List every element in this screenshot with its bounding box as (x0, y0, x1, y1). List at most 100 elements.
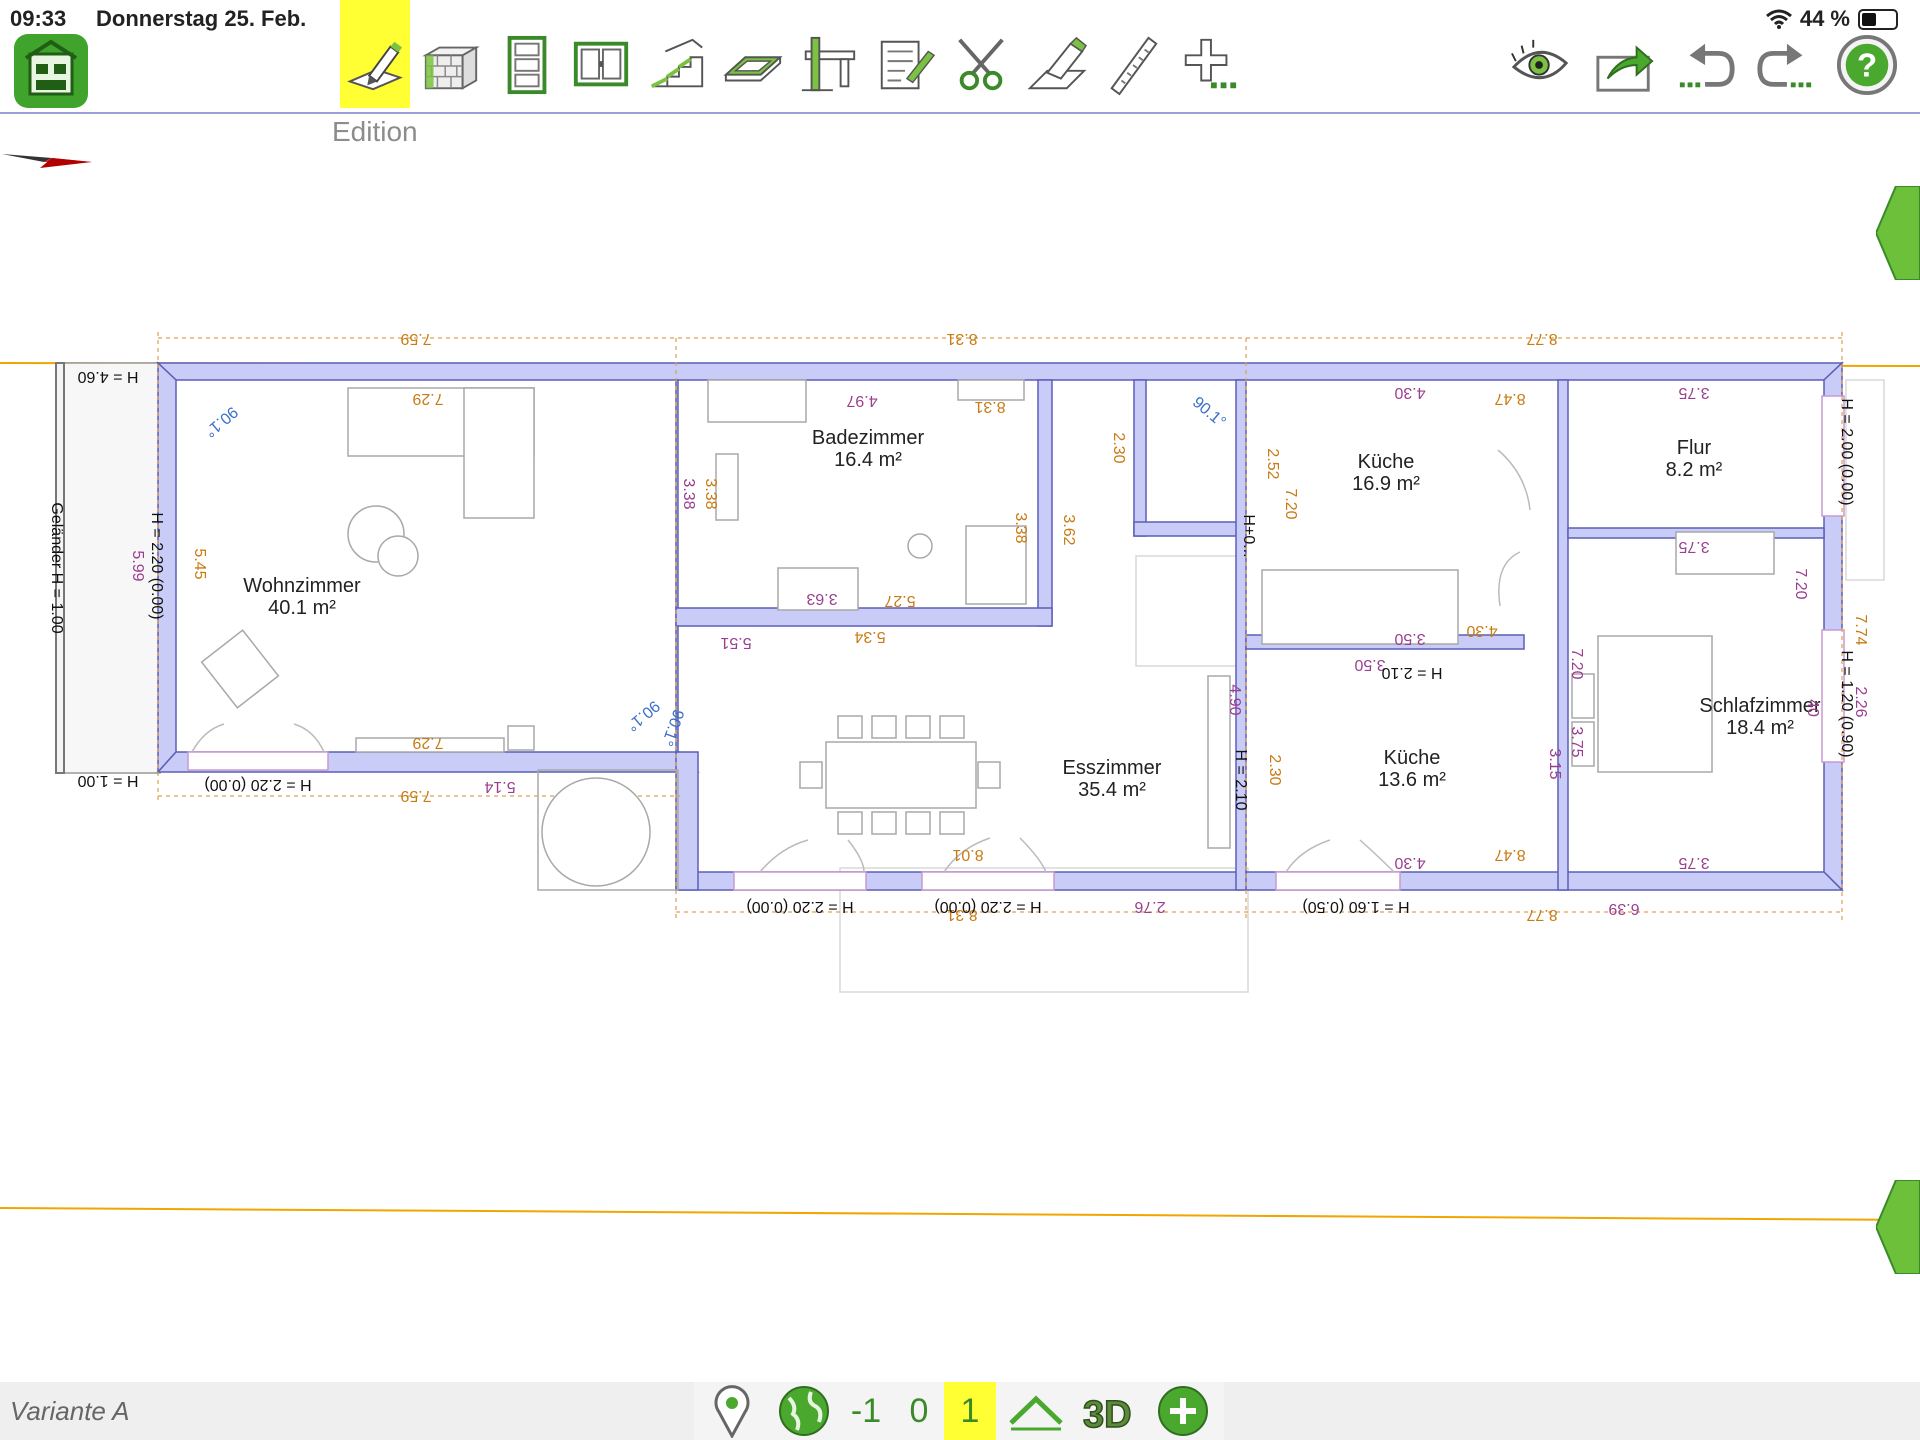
add-more-icon (1184, 38, 1237, 89)
railing-label: Geländer H = 1.00 (48, 502, 65, 633)
dim-k-430a: 4.30 (1394, 384, 1425, 401)
window-tool-button[interactable] (566, 26, 636, 104)
dim-bad-338a: 3.38 (680, 478, 697, 509)
door-icon (507, 35, 547, 95)
angle-ess-1: 90.1° (623, 697, 663, 734)
dim-s-774: 7.74 (1852, 614, 1869, 645)
dim-bad-362: 3.62 (1060, 514, 1077, 545)
door-tool-button[interactable] (492, 26, 562, 104)
share-button[interactable] (1590, 26, 1660, 104)
openings[interactable] (187, 395, 1845, 891)
erase-tool-button[interactable] (1022, 26, 1092, 104)
dim-bottom-4: 6.39 (1608, 900, 1639, 917)
wall-tool-button[interactable] (416, 26, 486, 104)
room-name-kueche-1: Küche (1358, 451, 1415, 473)
stairs-tool-button[interactable] (642, 26, 712, 104)
cut-icon (958, 38, 1004, 91)
level-0[interactable]: 0 (894, 1382, 944, 1440)
slab-icon (723, 56, 783, 82)
note-tool-button[interactable] (870, 26, 940, 104)
dim-k-230: 2.30 (1266, 754, 1283, 785)
height-220-a: H = 2.20 (0.00) (746, 898, 853, 915)
dim-k-315: 3.15 (1546, 748, 1563, 779)
measure-icon (1110, 36, 1158, 96)
dim-bottom-5: 2.76 (1134, 898, 1165, 915)
dim-k-350a: 3.50 (1394, 630, 1425, 647)
height-short: H+0... (1240, 514, 1257, 557)
roof-icon (1009, 1395, 1063, 1431)
room-area-badezimmer: 16.4 m² (834, 449, 902, 471)
stairs-icon (650, 38, 704, 89)
angle-k: 90.1° (1189, 394, 1229, 431)
dim-wz-545: 5.45 (191, 548, 208, 579)
dim-bad-363: 3.63 (806, 590, 837, 607)
beam-tool-button[interactable] (794, 26, 864, 104)
dim-wz-top: 7.29 (412, 390, 443, 407)
height-220-b: H = 2.20 (0.00) (934, 898, 1041, 915)
3d-view-icon: 3D (1082, 1393, 1132, 1435)
angle-ess-2: 90.1° (658, 707, 687, 748)
dim-bottom-3: 8.77 (1526, 906, 1557, 923)
room-name-wohnzimmer: Wohnzimmer (243, 575, 361, 597)
dim-k-847a: 8.47 (1494, 390, 1525, 407)
variant-label[interactable]: Variante A (10, 1396, 129, 1427)
edit-pencil-icon (347, 41, 403, 91)
dim-k-847b: 8.47 (1494, 846, 1525, 863)
measure-tool-button[interactable] (1098, 26, 1168, 104)
level-bar: -1 0 1 3D (694, 1382, 1224, 1440)
dim-k-252: 2.52 (1264, 448, 1281, 479)
dim-top-1: 7.59 (400, 330, 431, 347)
undo-button[interactable] (1672, 26, 1742, 104)
dim-wz-bot: 7.29 (412, 734, 443, 751)
height-210: H = 2.10 (1232, 750, 1249, 811)
dim-ess-551: 5.51 (720, 634, 751, 651)
dim-bad-230: 2.30 (1110, 432, 1127, 463)
cut-tool-button[interactable] (946, 26, 1016, 104)
slab-tool-button[interactable] (718, 26, 788, 104)
dim-s-375a: 3.75 (1568, 726, 1585, 757)
room-area-kueche-2: 13.6 m² (1378, 769, 1446, 791)
dim-bottom-6: 5.14 (484, 778, 515, 795)
add-tool-button[interactable] (1174, 26, 1244, 104)
angle-wz: 90.1° (201, 403, 241, 440)
location-pin-icon (714, 1385, 750, 1438)
globe-button[interactable] (776, 1382, 832, 1440)
height-220-window: H = 2.20 (0.00) (204, 776, 311, 793)
dim-ess-801: 8.01 (952, 846, 983, 863)
height-200: H = 2.00 (0.00) (1838, 398, 1855, 505)
help-button[interactable]: ? (1832, 26, 1902, 104)
next-page-arrow-bottom[interactable] (1876, 1180, 1920, 1274)
share-icon (1596, 45, 1654, 92)
dim-s-40: 40 (1804, 699, 1821, 717)
dim-wz-599: 5.99 (129, 550, 146, 581)
furniture (200, 379, 1775, 891)
floor-plan-canvas[interactable]: Wohnzimmer 40.1 m² Badezimmer 16.4 m² Kü… (0, 116, 1920, 1382)
level-1[interactable]: 1 (944, 1382, 996, 1440)
dim-s-720: 7.20 (1568, 648, 1585, 679)
add-level-button[interactable] (1154, 1382, 1212, 1440)
dim-bottom-1: 7.59 (400, 787, 431, 804)
app-home-icon[interactable] (14, 34, 88, 108)
level-minus-1[interactable]: -1 (842, 1382, 890, 1440)
edit-tool-button[interactable] (340, 0, 410, 108)
erase-icon (1027, 36, 1088, 90)
location-button[interactable] (706, 1382, 758, 1440)
dim-k-430c: 4.30 (1394, 854, 1425, 871)
visibility-button[interactable] (1506, 26, 1576, 104)
height-120: H = 1.20 (0.90) (1838, 650, 1855, 757)
dim-f-375a: 3.75 (1678, 384, 1709, 401)
room-name-kueche-2: Küche (1384, 747, 1441, 769)
roof-button[interactable] (1008, 1382, 1064, 1440)
dim-bad-831: 8.31 (974, 398, 1005, 415)
room-area-kueche-1: 16.9 m² (1352, 473, 1420, 495)
dim-ess-534: 5.34 (854, 628, 885, 645)
dim-bad-527: 5.27 (884, 592, 915, 609)
3d-view-button[interactable]: 3D (1078, 1382, 1140, 1440)
wall-icon (422, 45, 480, 90)
next-page-arrow-top[interactable] (1876, 186, 1920, 280)
redo-button[interactable] (1750, 26, 1820, 104)
room-area-esszimmer: 35.4 m² (1078, 779, 1146, 801)
help-icon: ? (1836, 34, 1898, 96)
dim-k-430b: 4.30 (1466, 622, 1497, 639)
room-area-wohnzimmer: 40.1 m² (268, 597, 336, 619)
